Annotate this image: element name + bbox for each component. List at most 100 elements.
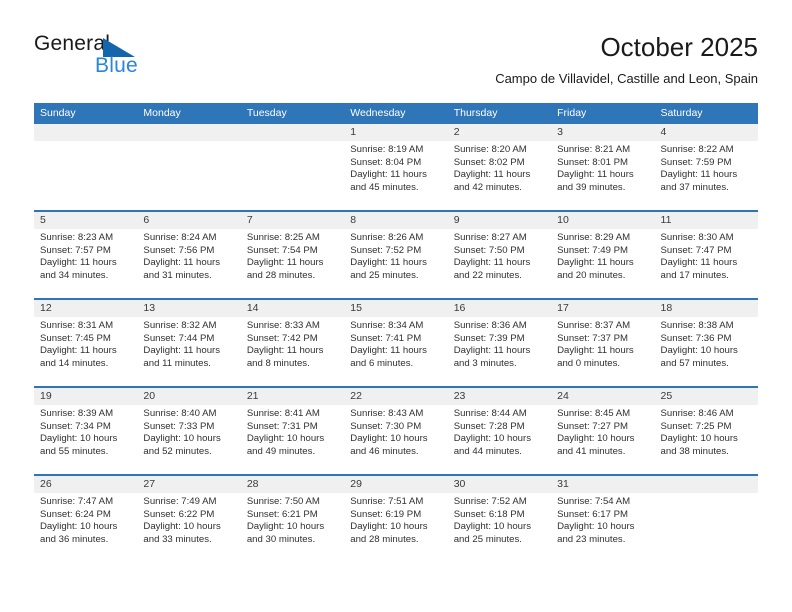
weekday-header-saturday: Saturday xyxy=(660,107,703,119)
sunset-text: Sunset: 7:49 PM xyxy=(557,244,629,256)
day-details: Sunrise: 8:46 AM Sunset: 7:25 PM Daylight:… xyxy=(655,405,758,458)
daylight-text: Daylight: 11 hours and 31 minutes. xyxy=(143,257,221,281)
day-number: 27 xyxy=(137,476,241,493)
day-number: 2 xyxy=(447,124,552,141)
day-cell[interactable]: 26 Sunrise: 7:47 AM Sunset: 6:24 PM Dayligh… xyxy=(34,476,138,562)
day-cell[interactable]: 8 Sunrise: 8:26 AM Sunset: 7:52 PM Daylight… xyxy=(344,212,448,298)
sunrise-text: Sunrise: 8:39 AM xyxy=(40,408,114,419)
sunset-text: Sunset: 6:24 PM xyxy=(40,508,111,520)
day-cell[interactable]: 13 Sunrise: 8:32 AM Sunset: 7:44 PM Dayligh… xyxy=(137,300,241,386)
daylight-text: Daylight: 11 hours and 8 minutes. xyxy=(246,345,324,369)
sunrise-text: Sunrise: 8:29 AM xyxy=(557,232,631,243)
daylight-text: Daylight: 10 hours and 57 minutes. xyxy=(660,345,738,369)
day-cell[interactable]: 5 Sunrise: 8:23 AM Sunset: 7:57 PM Daylight… xyxy=(34,212,138,298)
sunset-text: Sunset: 6:18 PM xyxy=(453,508,525,520)
weekday-header-row: Sunday Monday Tuesday Wednesday Thursday Frid… xyxy=(34,103,758,124)
day-cell[interactable]: 27 Sunrise: 7:49 AM Sunset: 6:22 PM Dayligh… xyxy=(137,476,241,562)
sunset-text: Sunset: 7:50 PM xyxy=(453,244,525,256)
day-cell[interactable]: 21 Sunrise: 8:41 AM Sunset: 7:31 PM Dayligh… xyxy=(240,388,345,474)
sunrise-text: Sunrise: 8:36 AM xyxy=(453,320,527,331)
day-number: 14 xyxy=(240,300,345,317)
daylight-text: Daylight: 11 hours and 39 minutes. xyxy=(557,169,634,193)
general-blue-logo[interactable]: General Blue xyxy=(34,32,234,88)
day-cell[interactable]: 24 Sunrise: 8:45 AM Sunset: 7:27 PM Dayligh… xyxy=(551,388,655,474)
day-cell[interactable]: 30 Sunrise: 7:52 AM Sunset: 6:18 PM Dayligh… xyxy=(447,476,552,562)
sunrise-text: Sunrise: 7:51 AM xyxy=(350,496,424,507)
day-cell[interactable]: 16 Sunrise: 8:36 AM Sunset: 7:39 PM Dayligh… xyxy=(447,300,552,386)
day-details: Sunrise: 8:19 AM Sunset: 8:04 PM Daylight:… xyxy=(344,141,447,194)
day-cell[interactable]: 10 Sunrise: 8:29 AM Sunset: 7:49 PM Dayligh… xyxy=(551,212,655,298)
weekday-header-sunday: Sunday xyxy=(40,107,76,119)
sunrise-text: Sunrise: 8:20 AM xyxy=(453,144,527,155)
day-cell[interactable]: 11 Sunrise: 8:30 AM Sunset: 7:47 PM Dayligh… xyxy=(654,212,758,298)
day-cell-empty xyxy=(137,124,241,210)
daylight-text: Daylight: 10 hours and 55 minutes. xyxy=(40,433,118,457)
sunrise-text: Sunrise: 8:21 AM xyxy=(557,144,631,155)
sunrise-text: Sunrise: 8:22 AM xyxy=(660,144,734,155)
calendar-week-row: 19 Sunrise: 8:39 AM Sunset: 7:34 PM Dayligh… xyxy=(34,386,758,474)
day-cell[interactable]: 1 Sunrise: 8:19 AM Sunset: 8:04 PM Daylight… xyxy=(344,124,448,210)
day-details: Sunrise: 8:23 AM Sunset: 7:57 PM Daylight:… xyxy=(34,229,137,282)
day-details: Sunrise: 8:31 AM Sunset: 7:45 PM Daylight:… xyxy=(34,317,137,370)
day-cell[interactable]: 20 Sunrise: 8:40 AM Sunset: 7:33 PM Dayligh… xyxy=(137,388,241,474)
daylight-text: Daylight: 11 hours and 45 minutes. xyxy=(350,169,427,193)
day-details: Sunrise: 7:52 AM Sunset: 6:18 PM Daylight:… xyxy=(448,493,551,546)
day-cell-empty xyxy=(654,476,758,562)
sunrise-text: Sunrise: 8:31 AM xyxy=(40,320,114,331)
daylight-text: Daylight: 11 hours and 6 minutes. xyxy=(350,345,427,369)
daylight-text: Daylight: 11 hours and 25 minutes. xyxy=(350,257,427,281)
day-cell[interactable]: 3 Sunrise: 8:21 AM Sunset: 8:01 PM Daylight… xyxy=(551,124,655,210)
day-details: Sunrise: 8:22 AM Sunset: 7:59 PM Daylight:… xyxy=(655,141,758,194)
day-cell[interactable]: 6 Sunrise: 8:24 AM Sunset: 7:56 PM Daylight… xyxy=(137,212,241,298)
day-cell[interactable]: 4 Sunrise: 8:22 AM Sunset: 7:59 PM Daylight… xyxy=(654,124,758,210)
day-details: Sunrise: 7:54 AM Sunset: 6:17 PM Daylight:… xyxy=(551,493,654,546)
day-details: Sunrise: 8:36 AM Sunset: 7:39 PM Daylight:… xyxy=(448,317,551,370)
day-cell[interactable]: 7 Sunrise: 8:25 AM Sunset: 7:54 PM Daylight… xyxy=(240,212,345,298)
day-number: 6 xyxy=(137,212,241,229)
day-cell[interactable]: 25 Sunrise: 8:46 AM Sunset: 7:25 PM Dayligh… xyxy=(654,388,758,474)
day-number: 11 xyxy=(654,212,758,229)
day-cell[interactable]: 15 Sunrise: 8:34 AM Sunset: 7:41 PM Dayligh… xyxy=(344,300,448,386)
day-number: 29 xyxy=(344,476,448,493)
day-cell[interactable]: 22 Sunrise: 8:43 AM Sunset: 7:30 PM Dayligh… xyxy=(344,388,448,474)
day-cell[interactable]: 17 Sunrise: 8:37 AM Sunset: 7:37 PM Dayligh… xyxy=(551,300,655,386)
daylight-text: Daylight: 10 hours and 23 minutes. xyxy=(557,521,635,545)
day-cell[interactable]: 28 Sunrise: 7:50 AM Sunset: 6:21 PM Dayligh… xyxy=(240,476,345,562)
day-number: 16 xyxy=(447,300,552,317)
day-cell[interactable]: 2 Sunrise: 8:20 AM Sunset: 8:02 PM Daylight… xyxy=(447,124,552,210)
calendar-week-row: 26 Sunrise: 7:47 AM Sunset: 6:24 PM Dayligh… xyxy=(34,474,758,562)
sunset-text: Sunset: 7:41 PM xyxy=(350,332,422,344)
calendar-grid: Sunday Monday Tuesday Wednesday Thursday Frid… xyxy=(34,103,758,562)
day-details: Sunrise: 8:27 AM Sunset: 7:50 PM Daylight:… xyxy=(448,229,551,282)
day-cell[interactable]: 9 Sunrise: 8:27 AM Sunset: 7:50 PM Daylight… xyxy=(447,212,552,298)
daylight-text: Daylight: 10 hours and 30 minutes. xyxy=(246,521,325,545)
day-cell[interactable]: 29 Sunrise: 7:51 AM Sunset: 6:19 PM Dayligh… xyxy=(344,476,448,562)
day-cell[interactable]: 12 Sunrise: 8:31 AM Sunset: 7:45 PM Dayligh… xyxy=(34,300,138,386)
daylight-text: Daylight: 10 hours and 41 minutes. xyxy=(557,433,635,457)
day-cell[interactable]: 31 Sunrise: 7:54 AM Sunset: 6:17 PM Dayligh… xyxy=(551,476,655,562)
daylight-text: Daylight: 11 hours and 0 minutes. xyxy=(557,345,634,369)
day-cell[interactable]: 23 Sunrise: 8:44 AM Sunset: 7:28 PM Dayligh… xyxy=(447,388,552,474)
page-header: General Blue October 2025 Campo de Villa… xyxy=(34,32,758,94)
day-number: 25 xyxy=(654,388,758,405)
day-details: Sunrise: 8:24 AM Sunset: 7:56 PM Daylight:… xyxy=(137,229,240,282)
day-number: 31 xyxy=(551,476,655,493)
weekday-header-wednesday: Wednesday xyxy=(350,107,406,119)
sunrise-text: Sunrise: 8:26 AM xyxy=(350,232,424,243)
sunrise-text: Sunrise: 8:19 AM xyxy=(350,144,424,155)
day-number: 4 xyxy=(654,124,758,141)
day-cell[interactable]: 18 Sunrise: 8:38 AM Sunset: 7:36 PM Dayligh… xyxy=(654,300,758,386)
day-details: Sunrise: 7:47 AM Sunset: 6:24 PM Daylight:… xyxy=(34,493,137,546)
day-cell[interactable]: 19 Sunrise: 8:39 AM Sunset: 7:34 PM Dayligh… xyxy=(34,388,138,474)
calendar-week-row: 5 Sunrise: 8:23 AM Sunset: 7:57 PM Daylight… xyxy=(34,210,758,298)
day-cell[interactable]: 14 Sunrise: 8:33 AM Sunset: 7:42 PM Dayligh… xyxy=(240,300,345,386)
sunrise-text: Sunrise: 8:40 AM xyxy=(143,408,217,419)
sunset-text: Sunset: 7:37 PM xyxy=(557,332,629,344)
day-number: 23 xyxy=(447,388,552,405)
day-details: Sunrise: 8:38 AM Sunset: 7:36 PM Daylight:… xyxy=(655,317,758,370)
calendar-week-row: 1 Sunrise: 8:19 AM Sunset: 8:04 PM Daylight… xyxy=(34,124,758,210)
logo-word-blue: Blue xyxy=(95,54,138,77)
page-title: October 2025 xyxy=(600,32,758,62)
sunrise-text: Sunrise: 8:45 AM xyxy=(557,408,631,419)
day-number: 26 xyxy=(34,476,138,493)
